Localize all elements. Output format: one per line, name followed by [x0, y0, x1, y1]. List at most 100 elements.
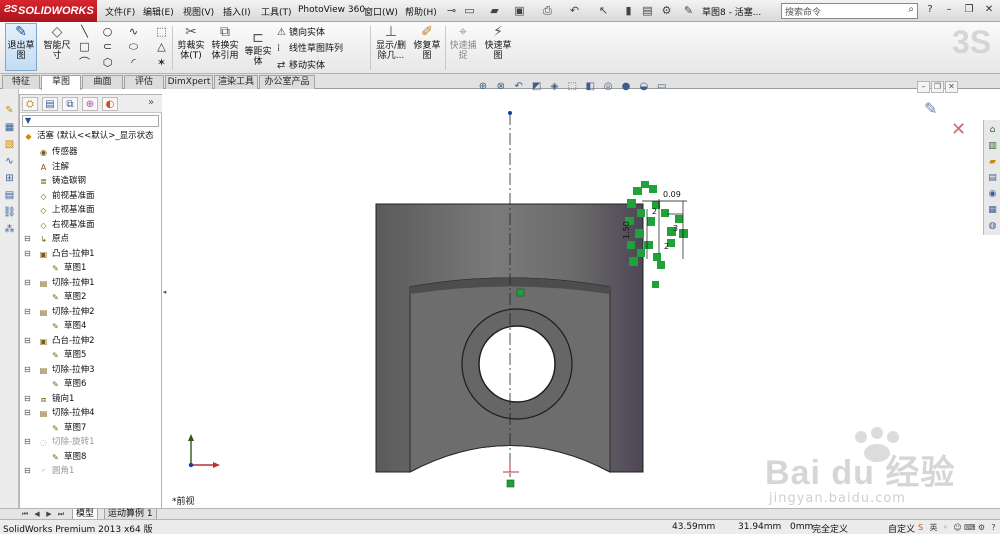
- doc-minimize-button[interactable]: –: [917, 81, 930, 93]
- display-manager-tab-icon[interactable]: ◐: [102, 97, 118, 111]
- prev-tab-arrow-icon[interactable]: ◀: [32, 509, 42, 519]
- punctuation-icon[interactable]: ◦: [940, 522, 951, 533]
- block-tool-icon[interactable]: ▧: [3, 138, 16, 151]
- open-folder-icon[interactable]: ▰: [487, 3, 502, 18]
- ime-language-icon[interactable]: 英: [928, 522, 939, 533]
- doc-close-button[interactable]: ✕: [945, 81, 958, 93]
- circle-icon[interactable]: ○: [101, 25, 114, 38]
- minimize-button[interactable]: –: [942, 3, 956, 17]
- dimension-value[interactable]: 0.09: [663, 190, 681, 199]
- menu-insert[interactable]: 插入(I): [223, 5, 251, 18]
- quick-snaps-button[interactable]: ⌖ 快速捕捉: [448, 24, 478, 61]
- ime-settings-icon[interactable]: ⚙: [976, 522, 987, 533]
- restore-button[interactable]: ❐: [962, 3, 976, 17]
- sketch-tool-icon[interactable]: ✎: [3, 104, 16, 117]
- emoji-icon[interactable]: ☺: [952, 522, 963, 533]
- expand-collapse-icon[interactable]: ⊟: [24, 334, 32, 348]
- dynamic-annotation-icon[interactable]: ◈: [548, 80, 562, 94]
- apply-scene-icon[interactable]: ◒: [637, 80, 651, 94]
- expand-collapse-icon[interactable]: ⊟: [24, 406, 32, 420]
- show-delete-relations-button[interactable]: ⊥ 显示/删除几...: [373, 24, 409, 61]
- confirm-corner-ok-icon[interactable]: ✎: [924, 99, 937, 118]
- expand-collapse-icon[interactable]: ⊟: [24, 363, 32, 377]
- tree-item[interactable]: A 注解: [20, 160, 162, 174]
- fillet-sketch-icon[interactable]: ◜: [127, 56, 140, 69]
- menu-edit[interactable]: 编辑(E): [143, 5, 174, 18]
- tree-item[interactable]: ⊟ ◜ 圆角1: [20, 464, 162, 478]
- keyboard-icon[interactable]: ⌨: [964, 522, 976, 533]
- expand-collapse-icon[interactable]: ⊟: [24, 232, 32, 246]
- tree-item[interactable]: ⊟ ▤ 切除-拉伸2: [20, 305, 162, 319]
- dimxpert-tab-icon[interactable]: ⊕: [82, 97, 98, 111]
- tab-office-products[interactable]: 办公室产品: [259, 75, 315, 89]
- help-circle-icon[interactable]: ?: [988, 522, 999, 533]
- print-icon[interactable]: ⎙: [540, 3, 555, 18]
- tree-item[interactable]: ✎ 草图6: [20, 377, 162, 391]
- configuration-tab-icon[interactable]: ⧉: [62, 97, 78, 111]
- smart-dimension-button[interactable]: ◇ 智能尺寸: [40, 24, 74, 61]
- tab-evaluate[interactable]: 评估: [124, 75, 164, 89]
- confirm-corner-cancel-icon[interactable]: ✕: [951, 119, 966, 140]
- tree-item[interactable]: ✎ 草图2: [20, 290, 162, 304]
- tree-item[interactable]: ◇ 右视基准面: [20, 218, 162, 232]
- spline-tool-icon[interactable]: ∿: [3, 155, 16, 168]
- exit-sketch-button[interactable]: ✎ 退出草图: [5, 23, 37, 71]
- dimension-value[interactable]: 2: [652, 207, 657, 216]
- graphics-area[interactable]: 0.09 1.50 2 3 2: [167, 89, 976, 509]
- point-icon[interactable]: ✶: [155, 56, 168, 69]
- last-tab-arrow-icon[interactable]: ⏭: [56, 509, 66, 519]
- tree-item[interactable]: ⊟ ▣ 凸台-拉伸1: [20, 247, 162, 261]
- zoom-to-area-icon[interactable]: ⊗: [494, 80, 508, 94]
- first-tab-arrow-icon[interactable]: ⏮: [20, 509, 30, 519]
- tree-item[interactable]: ⊟ ▤ 切除-拉伸3: [20, 363, 162, 377]
- sketch-relation-marker[interactable]: [506, 479, 515, 488]
- menu-photoview[interactable]: PhotoView 360: [298, 5, 365, 15]
- options-icon[interactable]: ⚙: [659, 3, 674, 18]
- solidworks-logo[interactable]: ƧS SOLIDWORKS: [0, 0, 97, 22]
- save-icon[interactable]: ▣: [512, 3, 527, 18]
- tree-item[interactable]: ⊟ ▣ 凸台-拉伸2: [20, 334, 162, 348]
- pattern-tool-icon[interactable]: ⁂: [3, 223, 16, 236]
- doc-restore-button[interactable]: ❐: [931, 81, 944, 93]
- search-commands-input[interactable]: 搜索命令 ⌕: [781, 3, 918, 19]
- spline-icon[interactable]: ∿: [127, 25, 140, 38]
- expand-collapse-icon[interactable]: ⊟: [24, 464, 32, 478]
- menu-tools[interactable]: 工具(T): [261, 5, 292, 18]
- rectangle-icon[interactable]: □: [78, 40, 91, 53]
- menu-file[interactable]: 文件(F): [105, 5, 135, 18]
- expand-collapse-icon[interactable]: ⊟: [24, 435, 32, 449]
- file-explorer-icon[interactable]: ▰: [986, 156, 999, 169]
- property-manager-tab-icon[interactable]: ▤: [42, 97, 58, 111]
- chain-tool-icon[interactable]: ⛓: [3, 206, 16, 219]
- tree-item[interactable]: ✎ 草图8: [20, 450, 162, 464]
- repair-sketch-button[interactable]: ✐ 修复草图: [411, 24, 443, 61]
- menu-view[interactable]: 视图(V): [183, 5, 214, 18]
- undo-icon[interactable]: ↶: [567, 3, 582, 18]
- rebuild-icon[interactable]: ▮: [621, 3, 636, 18]
- tree-item[interactable]: ✎ 草图5: [20, 348, 162, 362]
- tab-features[interactable]: 特征: [2, 75, 40, 89]
- tab-surfaces[interactable]: 曲面: [82, 75, 123, 89]
- tree-item[interactable]: ≣ 铸造碳钢: [20, 174, 162, 188]
- centerline-endpoint[interactable]: [508, 111, 512, 115]
- home-icon[interactable]: ⌂: [986, 124, 999, 137]
- file-properties-icon[interactable]: ▤: [640, 3, 655, 18]
- tree-filter-input[interactable]: ▼: [22, 115, 159, 127]
- tab-dimxpert[interactable]: DimXpert: [165, 75, 213, 89]
- pin-hole[interactable]: [478, 325, 556, 403]
- section-view-icon[interactable]: ◩: [530, 80, 544, 94]
- forum-icon[interactable]: ◍: [986, 220, 999, 233]
- slot-icon[interactable]: ⊂: [101, 40, 114, 53]
- view-orientation-icon[interactable]: ⬚: [565, 80, 579, 94]
- relation-tool-icon[interactable]: ▤: [3, 189, 16, 202]
- tree-item[interactable]: ⊟ ⧈ 镜向1: [20, 392, 162, 406]
- dimension-tool-icon[interactable]: ⊞: [3, 172, 16, 185]
- help-question-icon[interactable]: ?: [923, 3, 937, 17]
- mirror-entities-button[interactable]: ⚠ 镜向实体: [277, 25, 325, 38]
- tree-item[interactable]: ⊟ ◌ 切除-旋转1: [20, 435, 162, 449]
- polygon-icon[interactable]: ⬡: [101, 56, 114, 69]
- tree-item[interactable]: ◇ 前视基准面: [20, 189, 162, 203]
- pin-icon[interactable]: ⊸: [444, 3, 459, 18]
- appearances-icon[interactable]: ◉: [986, 188, 999, 201]
- display-style-icon[interactable]: ◧: [583, 80, 597, 94]
